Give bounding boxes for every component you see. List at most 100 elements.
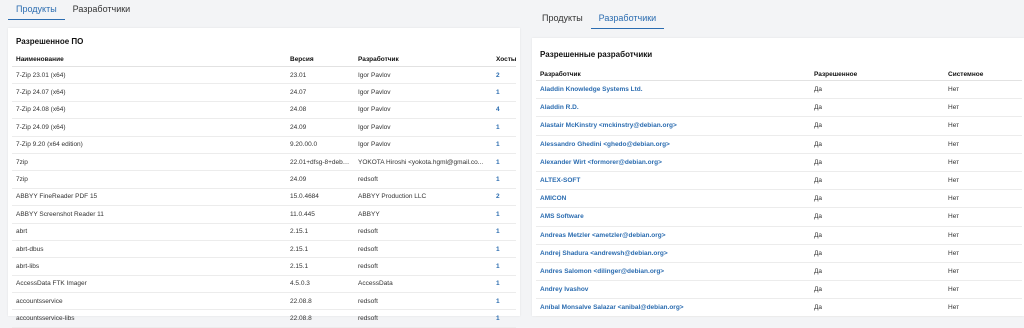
cell-developer[interactable]: Alastair McKinstry <mckinstry@debian.org…	[536, 116, 810, 136]
cell-developer[interactable]: AMICON	[536, 189, 810, 209]
table-row[interactable]: Aladdin R.D. Да Нет	[536, 98, 1022, 118]
cell-name: AccessData FTK Imager	[12, 275, 286, 294]
card-title: Разрешенные разработчики	[540, 50, 653, 59]
cell-developer: Igor Pavlov	[354, 118, 492, 137]
cell-name: 7zip	[12, 170, 286, 189]
right-tabs: Продукты Разработчики	[534, 10, 665, 29]
table-row[interactable]: 7-Zip 24.07 (x64) 24.07 Igor Pavlov 1	[12, 83, 516, 102]
table-row[interactable]: Andreas Metzler <ametzler@debian.org> Да Н…	[536, 226, 1022, 245]
cell-developer[interactable]: Andrey Ivashov	[536, 280, 810, 300]
cell-system: Нет	[944, 153, 1022, 172]
cell-system: Нет	[944, 171, 1022, 191]
table-row[interactable]: Alastair McKinstry <mckinstry@debian.org…	[536, 116, 1022, 136]
cell-hosts[interactable]: 1	[492, 83, 516, 102]
cell-system: Нет	[944, 298, 1022, 318]
table-row[interactable]: ABBYY Screenshot Reader 11 11.0.445 ABBYY 1	[12, 205, 516, 224]
table-row[interactable]: accountsservice-libs 22.08.8 redsoft 1	[12, 309, 516, 328]
table-row[interactable]: Aladdin Knowledge Systems Ltd. Да Нет	[536, 80, 1022, 100]
cell-developer: redsoft	[354, 240, 492, 259]
cell-hosts[interactable]: 1	[492, 136, 516, 154]
table-row[interactable]: 7zip 24.09 redsoft 1	[12, 170, 516, 189]
cell-hosts[interactable]: 4	[492, 101, 516, 120]
cell-system: Нет	[944, 262, 1022, 282]
cell-hosts[interactable]: 1	[492, 257, 516, 276]
table-row[interactable]: AMICON Да Нет	[536, 189, 1022, 209]
table-row[interactable]: abrt-libs 2.15.1 redsoft 1	[12, 257, 516, 276]
table-row[interactable]: Alessandro Ghedini <ghedo@debian.org> Да Н…	[536, 135, 1022, 154]
cell-version: 2.15.1	[286, 223, 354, 241]
table-row[interactable]: abrt 2.15.1 redsoft 1	[12, 223, 516, 241]
tab-developers[interactable]: Разработчики	[590, 10, 665, 29]
col-version-header[interactable]: Версия	[286, 52, 354, 67]
cell-developer[interactable]: AMS Software	[536, 207, 810, 227]
cell-system: Нет	[944, 207, 1022, 227]
cell-allowed: Да	[810, 298, 944, 318]
table-row[interactable]: 7-Zip 24.09 (x64) 24.09 Igor Pavlov 1	[12, 118, 516, 137]
cell-developer[interactable]: Andrej Shadura <andrewsh@debian.org>	[536, 244, 810, 263]
col-system-header[interactable]: Системное	[944, 69, 1022, 81]
col-developer-header[interactable]: Разработчик	[354, 52, 492, 67]
tab-products[interactable]: Продукты	[534, 10, 591, 29]
cell-hosts[interactable]: 2	[492, 66, 516, 85]
tab-products[interactable]: Продукты	[8, 1, 65, 20]
col-hosts-header[interactable]: Хосты	[492, 52, 516, 67]
cell-allowed: Да	[810, 207, 944, 227]
cell-hosts[interactable]: 1	[492, 275, 516, 294]
cell-name: abrt-libs	[12, 257, 286, 276]
cell-name: 7-Zip 24.09 (x64)	[12, 118, 286, 137]
table-row[interactable]: 7-Zip 24.08 (x64) 24.08 Igor Pavlov 4	[12, 101, 516, 120]
cell-developer[interactable]: Andres Salomon <dilinger@debian.org>	[536, 262, 810, 282]
cell-hosts[interactable]: 2	[492, 188, 516, 207]
table-row[interactable]: accountsservice 22.08.8 redsoft 1	[12, 292, 516, 311]
table-row[interactable]: ALTEX-SOFT Да Нет	[536, 171, 1022, 191]
table-row[interactable]: 7-Zip 23.01 (x64) 23.01 Igor Pavlov 2	[12, 66, 516, 85]
cell-system: Нет	[944, 98, 1022, 118]
cell-hosts[interactable]: 1	[492, 240, 516, 259]
cell-name: 7-Zip 24.08 (x64)	[12, 101, 286, 120]
cell-developer: redsoft	[354, 257, 492, 276]
table-row[interactable]: Andres Salomon <dilinger@debian.org> Да Не…	[536, 262, 1022, 282]
col-allowed-header[interactable]: Разрешенное	[810, 69, 944, 81]
cell-system: Нет	[944, 189, 1022, 209]
cell-developer[interactable]: Andreas Metzler <ametzler@debian.org>	[536, 226, 810, 245]
cell-version: 22.08.8	[286, 309, 354, 328]
cell-developer[interactable]: Aladdin R.D.	[536, 98, 810, 118]
cell-name: 7-Zip 9.20 (x64 edition)	[12, 136, 286, 154]
cell-hosts[interactable]: 1	[492, 223, 516, 241]
cell-system: Нет	[944, 244, 1022, 263]
cell-developer: ABBYY	[354, 205, 492, 224]
cell-hosts[interactable]: 1	[492, 153, 516, 172]
table-row[interactable]: abrt-dbus 2.15.1 redsoft 1	[12, 240, 516, 259]
cell-developer[interactable]: Aladdin Knowledge Systems Ltd.	[536, 80, 810, 100]
cell-allowed: Да	[810, 262, 944, 282]
card-title: Разрешенное ПО	[16, 37, 84, 46]
cell-developer[interactable]: Alexander Wirt <formorer@debian.org>	[536, 153, 810, 172]
table-row[interactable]: Aníbal Monsalve Salazar <anibal@debian.o…	[536, 298, 1022, 318]
cell-hosts[interactable]: 1	[492, 170, 516, 189]
table-row[interactable]: ABBYY FineReader PDF 15 15.0.4684 ABBYY Pr…	[12, 188, 516, 207]
cell-name: 7-Zip 24.07 (x64)	[12, 83, 286, 102]
table-row[interactable]: 7-Zip 9.20 (x64 edition) 9.20.00.0 Igor Pa…	[12, 136, 516, 154]
cell-hosts[interactable]: 1	[492, 118, 516, 137]
cell-developer: Igor Pavlov	[354, 83, 492, 102]
cell-hosts[interactable]: 1	[492, 205, 516, 224]
cell-allowed: Да	[810, 135, 944, 154]
allowed-software-card: Разрешенное ПО Наименование Версия Разра…	[8, 28, 520, 328]
cell-name: abrt-dbus	[12, 240, 286, 259]
table-row[interactable]: Alexander Wirt <formorer@debian.org> Да Не…	[536, 153, 1022, 172]
table-row[interactable]: AMS Software Да Нет	[536, 207, 1022, 227]
col-name-header[interactable]: Наименование	[12, 52, 286, 67]
table-row[interactable]: 7zip 22.01+dfsg-8+deb12u1 YOKOTA Hiroshi <…	[12, 153, 516, 172]
cell-hosts[interactable]: 1	[492, 309, 516, 328]
table-row[interactable]: Andrey Ivashov Да Нет	[536, 280, 1022, 300]
cell-version: 2.15.1	[286, 240, 354, 259]
table-row[interactable]: Andrej Shadura <andrewsh@debian.org> Да Не…	[536, 244, 1022, 263]
cell-developer: ABBYY Production LLC	[354, 188, 492, 207]
cell-developer[interactable]: Aníbal Monsalve Salazar <anibal@debian.o…	[536, 298, 810, 318]
table-row[interactable]: AccessData FTK Imager 4.5.0.3 AccessData 1	[12, 275, 516, 294]
cell-hosts[interactable]: 1	[492, 292, 516, 311]
col-developer-header[interactable]: Разработчик	[536, 69, 810, 81]
cell-developer[interactable]: Alessandro Ghedini <ghedo@debian.org>	[536, 135, 810, 154]
tab-developers[interactable]: Разработчики	[65, 1, 139, 20]
cell-developer[interactable]: ALTEX-SOFT	[536, 171, 810, 191]
